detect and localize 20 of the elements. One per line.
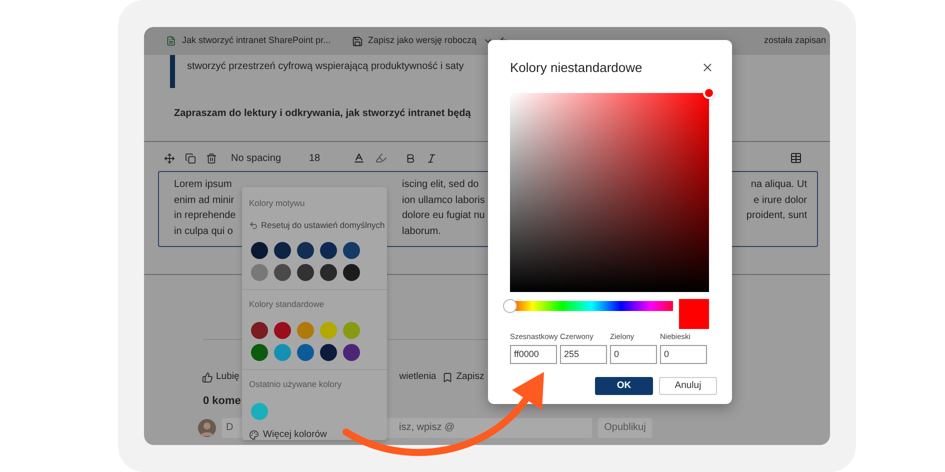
draft-status: została zapisan bbox=[764, 34, 826, 48]
paragraph-text: e irure dolor bbox=[754, 194, 807, 208]
paragraph-text: proident, sunt bbox=[746, 209, 807, 223]
paragraph-text: in culpa qui o bbox=[174, 224, 233, 238]
paragraph-text: enim ad minir bbox=[174, 194, 234, 208]
section-title: Kolory motywu bbox=[249, 197, 305, 210]
paragraph-text: Lorem ipsum bbox=[174, 178, 232, 192]
section-title: Kolory standardowe bbox=[249, 298, 324, 310]
paragraph-text: iscing elit, sed do bbox=[402, 178, 479, 192]
paragraph-text: laborum. bbox=[402, 224, 441, 238]
section-title: Ostatnio używane kolory bbox=[249, 378, 342, 391]
views-text: wietlenia bbox=[399, 370, 436, 384]
invitation-text: Zapraszam do lektury i odkrywania, jak stworzyć intranet będą bbox=[174, 107, 471, 121]
paragraph-text: na aliqua. Ut bbox=[750, 178, 807, 192]
quote-text: stworzyć przestrzeń cyfrową wspierającą produktywność i saty bbox=[187, 60, 464, 74]
dialog-title: Kolory niestandardowe bbox=[510, 59, 642, 77]
comments-heading: 0 kome bbox=[203, 394, 241, 409]
paragraph-text: dolore eu fugiat nu bbox=[402, 209, 485, 223]
paragraph-text: in reprehende bbox=[174, 209, 236, 223]
paragraph-text: ion ullamco laboris bbox=[402, 194, 485, 208]
